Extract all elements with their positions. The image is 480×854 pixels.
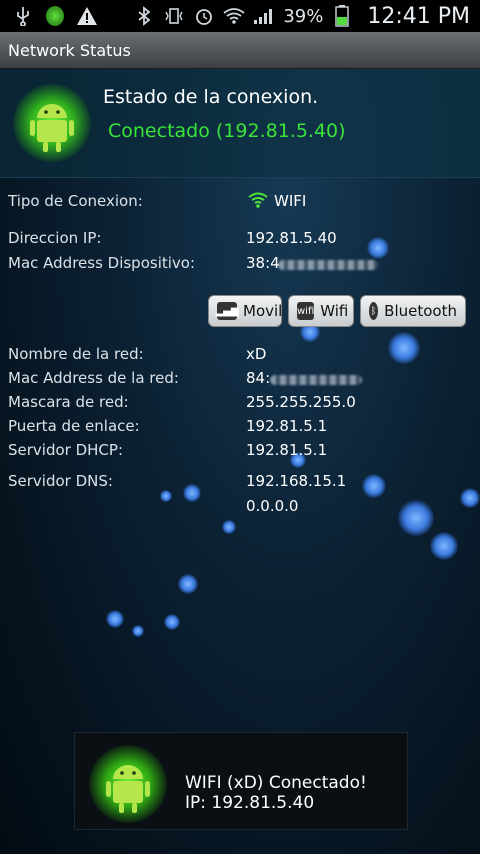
dhcp-server-value: 192.81.5.1 — [246, 441, 328, 459]
ip-address-label: Direccion IP: — [8, 229, 102, 247]
wifi-badge-icon: wifi — [297, 302, 315, 320]
bubble-decoration — [183, 484, 201, 502]
toast-ip: IP: 192.81.5.40 — [185, 793, 315, 813]
redacted-mac — [278, 260, 378, 270]
wifi-button[interactable]: wifi Wifi — [288, 295, 354, 327]
toast-message: WIFI (xD) Conectado! — [185, 773, 367, 793]
status-bar: 39% 12:41 PM — [0, 0, 480, 32]
wifi-icon — [223, 5, 245, 27]
gateway-label: Puerta de enlace: — [8, 417, 140, 435]
android-logo-icon — [13, 84, 91, 162]
usb-icon — [12, 5, 34, 27]
clock: 12:41 PM — [367, 3, 470, 29]
battery-percent: 39% — [283, 5, 324, 27]
wifi-button-label: Wifi — [320, 302, 349, 320]
subnet-mask-value: 255.255.255.0 — [246, 393, 356, 411]
device-mac-label: Mac Address Dispositivo: — [8, 254, 196, 272]
bubble-decoration — [222, 520, 236, 534]
dns-server-label: Servidor DNS: — [8, 472, 113, 490]
connection-state-value: Conectado (192.81.5.40) — [108, 120, 346, 142]
movil-button[interactable]: ▂▄▆ Movil — [208, 295, 282, 327]
battery-icon — [331, 5, 353, 27]
bubble-decoration — [178, 574, 198, 594]
bubble-decoration — [106, 610, 124, 628]
alarm-icon — [193, 5, 215, 27]
signal-icon — [253, 5, 275, 27]
device-mac-value: 38:4 — [246, 254, 280, 272]
bubble-decoration — [398, 500, 434, 536]
app-icon — [44, 5, 66, 27]
network-name-value: xD — [246, 345, 267, 363]
bubble-decoration — [367, 237, 389, 259]
bubble-decoration — [164, 614, 180, 630]
connection-toast: WIFI (xD) Conectado! IP: 192.81.5.40 — [74, 732, 408, 830]
bubble-decoration — [132, 625, 144, 637]
network-mac-value: 84: — [246, 369, 271, 387]
movil-button-label: Movil — [243, 302, 283, 320]
bluetooth-circle-icon: ᛒ — [369, 302, 379, 320]
bubble-decoration — [362, 474, 386, 498]
mobile-signal-icon: ▂▄▆ — [215, 302, 239, 320]
bluetooth-button[interactable]: ᛒ Bluetooth — [360, 295, 466, 327]
dns-server-value-1: 192.168.15.1 — [246, 472, 347, 490]
bluetooth-icon — [133, 5, 155, 27]
gateway-value: 192.81.5.1 — [246, 417, 328, 435]
redacted-network-mac — [270, 375, 362, 385]
bubble-decoration — [430, 532, 458, 560]
bubble-decoration — [460, 488, 480, 508]
android-logo-icon — [89, 745, 167, 823]
connection-type-value: WIFI — [274, 192, 307, 210]
bubble-decoration — [388, 332, 420, 364]
wifi-green-icon — [248, 191, 268, 213]
connection-state-title: Estado de la conexion. — [103, 86, 319, 108]
network-mac-label: Mac Address de la red: — [8, 369, 179, 387]
subnet-mask-label: Mascara de red: — [8, 393, 129, 411]
bluetooth-button-label: Bluetooth — [384, 302, 457, 320]
vibrate-icon — [163, 5, 185, 27]
dns-server-value-2: 0.0.0.0 — [246, 497, 299, 515]
connection-type-label: Tipo de Conexion: — [8, 192, 143, 210]
app-title: Network Status — [8, 40, 131, 60]
ip-address-value: 192.81.5.40 — [246, 229, 337, 247]
network-name-label: Nombre de la red: — [8, 345, 144, 363]
app-title-bar: Network Status — [0, 32, 480, 69]
dhcp-server-label: Servidor DHCP: — [8, 441, 123, 459]
bubble-decoration — [160, 490, 172, 502]
warning-icon — [76, 5, 98, 27]
